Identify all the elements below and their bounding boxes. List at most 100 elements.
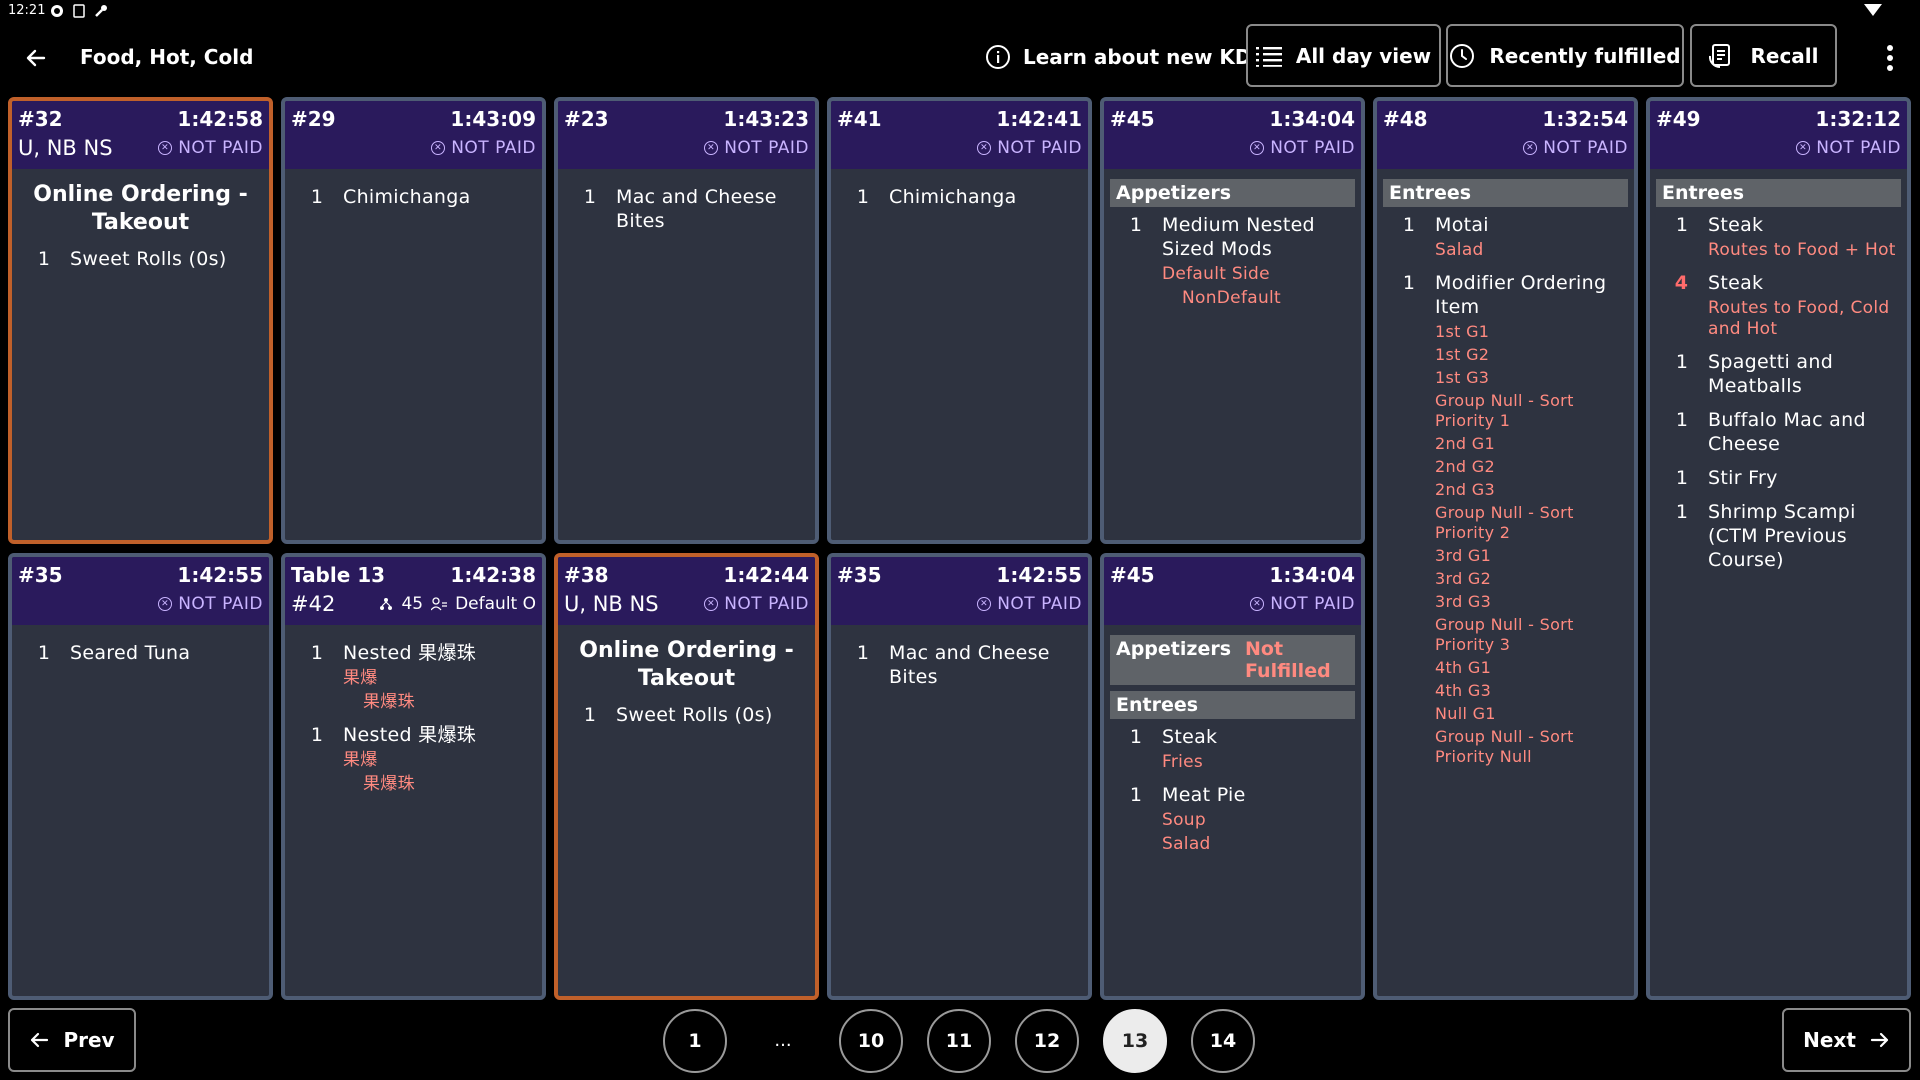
list-item: 1 Medium Nested Sized Mods Default Side …	[1110, 213, 1355, 309]
list-item: 1 Mac and Cheese Bites	[564, 185, 809, 233]
page-button-14[interactable]: 14	[1191, 1009, 1255, 1073]
next-page-button[interactable]: Next	[1782, 1008, 1911, 1072]
ticket-header: #38 1:42:44 U, NB NS ✕ NOT PAID	[558, 557, 815, 625]
item-name: Shrimp Scampi (CTM Previous Course)	[1708, 501, 1856, 571]
order-ticket[interactable]: #49 1:32:12 ✕ NOT PAID Entrees 1 Steak Rou…	[1646, 97, 1911, 1000]
recently-label: Recently fulfilled	[1489, 43, 1681, 68]
item-modifier: 2nd G1	[1435, 434, 1495, 453]
all-day-label: All day view	[1295, 43, 1432, 68]
order-number: #45	[1110, 107, 1155, 131]
status-time: 12:21	[8, 3, 46, 18]
item-qty: 1	[37, 248, 50, 270]
order-timer: 1:42:55	[177, 563, 263, 587]
course-header: Entrees	[1656, 179, 1901, 207]
list-item: 1 Meat Pie Soup Salad	[1110, 783, 1355, 855]
order-number: #29	[291, 107, 336, 131]
order-dining-option: Online Ordering - Takeout	[579, 638, 794, 691]
item-modifier: Routes to Food + Hot	[1708, 240, 1896, 260]
more-options-icon[interactable]	[1886, 44, 1894, 72]
order-number: #45	[1110, 563, 1155, 587]
list-item: 1 Stir Fry	[1656, 466, 1901, 490]
not-paid-badge: ✕ NOT PAID	[704, 138, 809, 158]
item-qty: 1	[1675, 467, 1688, 489]
item-qty: 1	[1675, 351, 1688, 373]
order-number: #48	[1383, 107, 1428, 131]
item-modifier: 果爆	[343, 668, 378, 688]
order-timer: 1:42:55	[996, 563, 1082, 587]
list-item: 1 Mac and Cheese Bites	[837, 641, 1082, 689]
item-qty: 1	[1675, 214, 1688, 236]
item-qty: 1	[1129, 726, 1142, 748]
recall-button[interactable]: Recall	[1690, 24, 1837, 87]
ticket-header: #23 1:43:23 ✕ NOT PAID	[558, 101, 815, 169]
close-circle-icon: ✕	[158, 597, 173, 611]
arrow-left-icon	[31, 1032, 49, 1048]
page-button-10[interactable]: 10	[839, 1009, 903, 1073]
close-circle-icon: ✕	[1250, 597, 1265, 611]
prev-label: Prev	[63, 1028, 115, 1052]
order-timer: 1:34:04	[1269, 563, 1355, 587]
list-item: 1 Spagetti and Meatballs	[1656, 350, 1901, 398]
not-paid-badge: ✕ NOT PAID	[1250, 594, 1355, 614]
ticket-header: #41 1:42:41 ✕ NOT PAID	[831, 101, 1088, 169]
back-arrow-icon[interactable]	[20, 42, 52, 74]
order-ticket[interactable]: #41 1:42:41 ✕ NOT PAID 1 Chimichanga	[827, 97, 1092, 544]
clock-icon	[1450, 43, 1475, 68]
all-day-view-button[interactable]: All day view	[1246, 24, 1441, 87]
page-button-12[interactable]: 12	[1015, 1009, 1079, 1073]
order-ticket[interactable]: #48 1:32:54 ✕ NOT PAID Entrees 1 Motai Sal…	[1373, 97, 1638, 1000]
item-modifier: 3rd G2	[1435, 569, 1492, 588]
order-ticket[interactable]: #35 1:42:55 ✕ NOT PAID 1 Seared Tuna	[8, 553, 273, 1000]
list-item: 1 Buffalo Mac and Cheese	[1656, 408, 1901, 456]
item-modifier: Fries	[1162, 752, 1204, 772]
page-button-11[interactable]: 11	[927, 1009, 991, 1073]
recall-label: Recall	[1750, 43, 1819, 68]
next-label: Next	[1803, 1028, 1856, 1052]
order-number: #49	[1656, 107, 1701, 131]
item-name: Medium Nested Sized Mods	[1162, 214, 1315, 260]
order-ticket[interactable]: #29 1:43:09 ✕ NOT PAID 1 Chimichanga	[281, 97, 546, 544]
ticket-header: #35 1:42:55 ✕ NOT PAID	[831, 557, 1088, 625]
item-name: Stir Fry	[1708, 467, 1778, 489]
record-icon	[51, 5, 63, 17]
item-qty: 1	[1675, 409, 1688, 431]
item-modifier: Group Null - Sort Priority 1	[1435, 391, 1574, 430]
learn-about-kds-link[interactable]: Learn about new KDS	[985, 38, 1266, 76]
order-ticket[interactable]: #38 1:42:44 U, NB NS ✕ NOT PAID Online Ord…	[554, 553, 819, 1000]
close-circle-icon: ✕	[1523, 141, 1538, 155]
order-ticket[interactable]: #23 1:43:23 ✕ NOT PAID 1 Mac and Cheese Bi…	[554, 97, 819, 544]
page-button-13-current[interactable]: 13	[1103, 1009, 1167, 1073]
order-number: #35	[18, 563, 63, 587]
item-name: Spagetti and Meatballs	[1708, 351, 1834, 397]
ticket-meta: 45 Default O	[379, 594, 536, 614]
item-modifier: Soup	[1162, 810, 1206, 830]
list-item: 1 Nested 果爆珠 果爆 果爆珠	[291, 723, 536, 795]
item-modifier: Group Null - Sort Priority 3	[1435, 615, 1574, 654]
ticket-header: #45 1:34:04 ✕ NOT PAID	[1104, 557, 1361, 625]
ticket-header: Table 13 1:42:38 #42 45 Default O	[285, 557, 542, 625]
order-number: #32	[18, 107, 63, 131]
item-modifier: 1st G1	[1435, 322, 1490, 341]
order-ticket[interactable]: Table 13 1:42:38 #42 45 Default O 1 Neste…	[281, 553, 546, 1000]
course-header: Entrees	[1383, 179, 1628, 207]
not-paid-badge: ✕ NOT PAID	[158, 594, 263, 614]
page-button-1[interactable]: 1	[663, 1009, 727, 1073]
order-timer: 1:42:38	[450, 563, 536, 587]
order-ticket[interactable]: #45 1:34:04 ✕ NOT PAID Appetizers Not Fulfi…	[1100, 553, 1365, 1000]
order-ticket[interactable]: #45 1:34:04 ✕ NOT PAID Appetizers 1 Medium…	[1100, 97, 1365, 544]
status-bar: 12:21	[0, 0, 1920, 26]
recently-fulfilled-button[interactable]: Recently fulfilled	[1446, 24, 1684, 87]
order-ticket[interactable]: #35 1:42:55 ✕ NOT PAID 1 Mac and Cheese Bi…	[827, 553, 1092, 1000]
list-item: 1 Seared Tuna	[18, 641, 263, 665]
order-sub-label: U, NB NS	[18, 136, 113, 160]
item-modifier: 果爆	[343, 750, 378, 770]
item-qty: 1	[1675, 501, 1688, 523]
item-modifier: 3rd G3	[1435, 592, 1492, 611]
order-ticket[interactable]: #32 1:42:58 U, NB NS ✕ NOT PAID Online Ord…	[8, 97, 273, 544]
top-bar: Food, Hot, Cold Learn about new KDS All …	[0, 24, 1920, 88]
item-modifier: Routes to Food, Cold and Hot	[1708, 298, 1890, 339]
not-paid-badge: ✕ NOT PAID	[431, 138, 536, 158]
prev-page-button[interactable]: Prev	[8, 1008, 136, 1072]
item-name: Motai	[1435, 214, 1489, 236]
order-timer: 1:43:09	[450, 107, 536, 131]
